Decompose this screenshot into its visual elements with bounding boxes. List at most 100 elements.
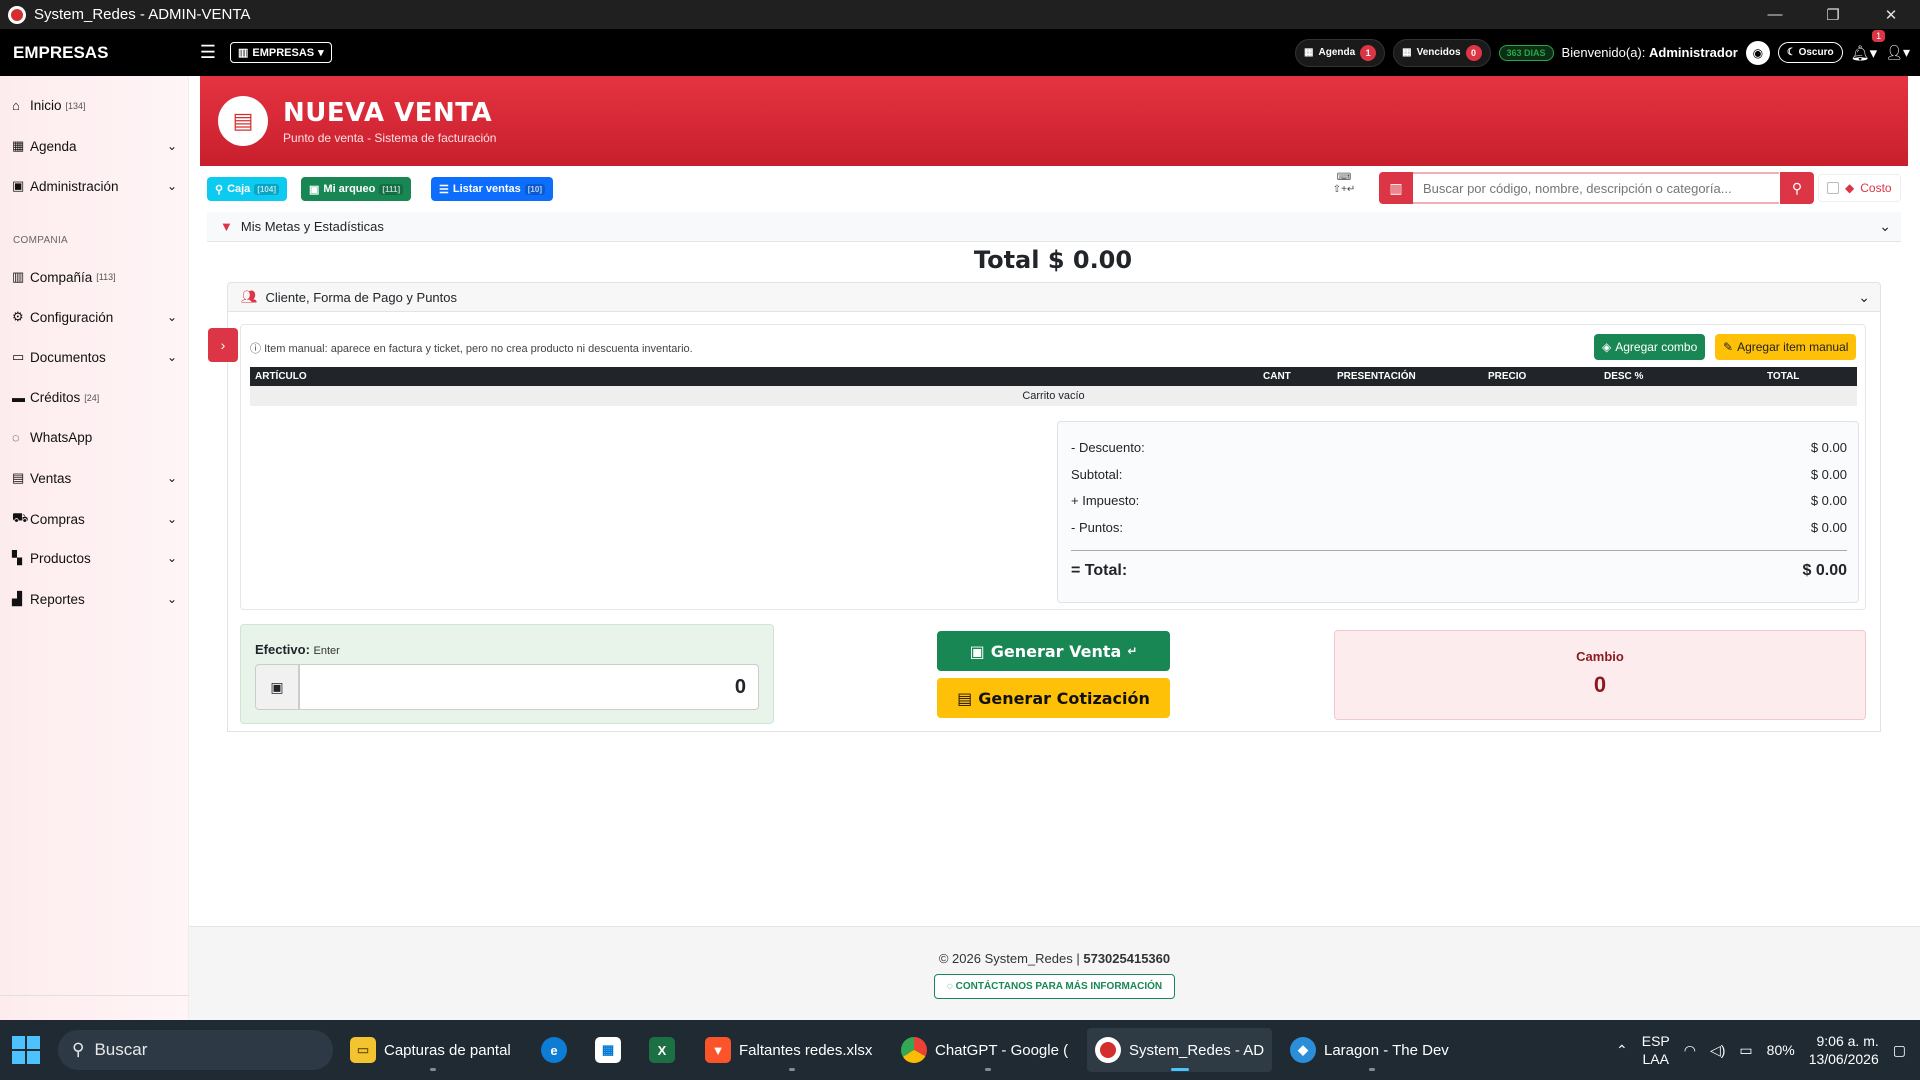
efectivo-input[interactable]: 0	[299, 664, 759, 710]
metas-collapse-header[interactable]: ▼ Mis Metas y Estadísticas ⌄	[207, 212, 1901, 242]
list-icon: ☰	[439, 183, 449, 196]
welcome-prefix: Bienvenido(a):	[1561, 45, 1646, 60]
caja-badge: [104]	[254, 183, 279, 195]
add-combo-button[interactable]: ◈ Agregar combo	[1594, 334, 1706, 360]
costo-checkbox[interactable]	[1827, 182, 1839, 194]
taskbar-app-edge[interactable]: e	[533, 1028, 575, 1072]
hamburger-menu-icon[interactable]: ☰	[188, 42, 228, 63]
wifi-icon[interactable]: ◠	[1684, 1042, 1696, 1059]
caja-button[interactable]: ⚲ Caja [104]	[207, 177, 287, 201]
info-icon: ⓘ	[250, 343, 261, 355]
taskbar-app-explorer[interactable]: ▭ Capturas de pantal	[342, 1028, 519, 1072]
chevron-up-icon[interactable]: ⌃	[1616, 1042, 1628, 1059]
sidebar-item-label: Productos	[30, 550, 91, 566]
vencidos-button[interactable]: ▦ Vencidos 0	[1393, 38, 1491, 67]
battery-icon[interactable]: ▭	[1739, 1042, 1752, 1059]
sidebar-item-inicio[interactable]: ⌂ Inicio [134]	[12, 98, 177, 113]
copyright-text: © 2026 System_Redes | 573025415360	[189, 951, 1920, 966]
volume-icon[interactable]: ◁)	[1710, 1042, 1725, 1059]
taskbar-search[interactable]: ⚲ Buscar	[58, 1030, 333, 1070]
users-online-icon[interactable]: ◉	[1745, 40, 1770, 65]
lang-bottom: LAA	[1642, 1051, 1669, 1067]
subtotal-row: Subtotal: $ 0.00	[1071, 467, 1847, 482]
manual-label: Agregar item manual	[1737, 340, 1849, 354]
descuento-value: $ 0.00	[1810, 440, 1847, 455]
efectivo-label-text: Efectivo:	[255, 642, 310, 657]
calendar-icon: ▦	[1304, 47, 1314, 58]
add-manual-item-button[interactable]: ✎ Agregar item manual	[1715, 334, 1857, 360]
puntos-label: - Puntos:	[1071, 520, 1124, 535]
taskbar-app-laragon[interactable]: ◆ Laragon - The Dev	[1282, 1028, 1457, 1072]
taskbar-app-system-redes[interactable]: System_Redes - AD	[1087, 1028, 1273, 1072]
agenda-button[interactable]: ▦ Agenda 1	[1295, 38, 1386, 67]
listar-ventas-button[interactable]: ☰ Listar ventas [10]	[431, 177, 553, 201]
user-menu-icon[interactable]: 👤︎▾	[1885, 44, 1910, 61]
totals-divider	[1071, 550, 1847, 551]
taskbar-app-store[interactable]: ▦	[587, 1028, 629, 1072]
sidebar-item-agenda[interactable]: ▦ Agenda ⌄	[12, 138, 177, 154]
notifications-bell-icon[interactable]: 🔔︎▾ 1	[1851, 29, 1886, 62]
barcode-icon[interactable]: ▥	[1379, 172, 1413, 204]
minimize-button[interactable]: —	[1746, 0, 1804, 29]
mi-arqueo-button[interactable]: ▣ Mi arqueo [111]	[301, 177, 412, 201]
sidebar-item-label: Administración	[30, 178, 119, 194]
sidebar-item-compras[interactable]: ⛟ Compras ⌄	[12, 510, 177, 528]
empresas-dropdown-button[interactable]: ▥ EMPRESAS ▾	[230, 42, 332, 63]
contact-phone: 573025415360	[1083, 951, 1171, 966]
chevron-right-icon[interactable]: ›	[208, 328, 238, 362]
page-header-banner: ▤ NUEVA VENTA Punto de venta - Sistema d…	[200, 76, 1908, 166]
col-desc: DESC %	[1599, 367, 1762, 386]
chart-icon: ▟	[12, 591, 22, 606]
product-search-input[interactable]	[1413, 172, 1779, 204]
keyboard-shortcut-icon[interactable]: ⌨ ⇧+↵	[1330, 172, 1358, 196]
windows-start-icon[interactable]	[12, 1036, 40, 1064]
sidebar-item-whatsapp[interactable]: ◌ WhatsApp	[12, 430, 177, 445]
folder-icon: ▭	[350, 1037, 376, 1063]
sidebar-footer	[0, 995, 189, 1020]
contact-label: CONTÁCTANOS PARA MÁS INFORMACIÓN	[955, 981, 1163, 992]
close-button[interactable]: ✕	[1862, 0, 1920, 29]
system-tray: ⌃ ESP LAA ◠ ◁) ▭ 80% 9:06 a. m. 13/06/20…	[1616, 1020, 1906, 1080]
clock-time: 9:06 a. m.	[1816, 1033, 1879, 1049]
clock[interactable]: 9:06 a. m. 13/06/2026	[1809, 1032, 1879, 1068]
grand-total-value: $ 0.00	[1802, 562, 1847, 579]
system-redes-logo-icon	[8, 5, 26, 24]
card-icon: ▬	[12, 390, 25, 405]
cliente-collapse-header[interactable]: 👥︎ Cliente, Forma de Pago y Puntos ⌄	[227, 282, 1881, 312]
subtotal-label: Subtotal:	[1071, 467, 1123, 482]
chevron-down-icon: ⌄	[166, 179, 177, 193]
sidebar-item-label: Agenda	[30, 138, 77, 154]
sidebar-item-ventas[interactable]: ▤ Ventas ⌄	[12, 470, 177, 486]
brand-title[interactable]: EMPRESAS	[13, 43, 188, 63]
system-redes-icon	[1095, 1037, 1121, 1063]
costo-toggle[interactable]: ◆ Costo	[1818, 174, 1901, 202]
sidebar-item-creditos[interactable]: ▬ Créditos [24]	[12, 390, 177, 405]
sidebar-item-documentos[interactable]: ▭ Documentos ⌄	[12, 349, 177, 365]
search-icon[interactable]: ⚲	[1780, 172, 1814, 204]
taskbar-app-chrome[interactable]: ChatGPT - Google (	[893, 1028, 1076, 1072]
language-indicator[interactable]: ESP LAA	[1642, 1032, 1670, 1068]
cash-icon: ⚲	[215, 183, 224, 196]
notification-center-icon[interactable]: ▢	[1893, 1042, 1906, 1059]
generar-venta-button[interactable]: ▣ Generar Venta ↵	[937, 631, 1170, 671]
sidebar-item-label: Inicio	[30, 98, 62, 113]
generar-cotizacion-button[interactable]: ▤ Generar Cotización	[937, 678, 1170, 718]
maximize-button[interactable]: ❐	[1804, 0, 1862, 29]
col-presentacion: PRESENTACIÓN	[1332, 367, 1483, 386]
home-icon: ⌂	[12, 98, 20, 113]
chevron-down-icon: ⌄	[166, 512, 177, 526]
cart-table: ARTÍCULO CANT PRESENTACIÓN PRECIO DESC %…	[250, 367, 1857, 406]
contact-button[interactable]: ◌ CONTÁCTANOS PARA MÁS INFORMACIÓN	[933, 974, 1176, 999]
chevron-down-icon: ⌄	[166, 139, 177, 153]
taskbar-app-brave[interactable]: ▼ Faltantes redes.xlsx	[697, 1028, 880, 1072]
sidebar-item-administracion[interactable]: ▣ Administración ⌄	[12, 178, 177, 194]
sidebar-item-label: Documentos	[30, 349, 106, 365]
taskbar-app-excel[interactable]: X	[641, 1028, 683, 1072]
arqueo-label: Mi arqueo	[323, 183, 376, 195]
sidebar-item-configuracion[interactable]: ⚙ Configuración ⌄	[12, 309, 177, 325]
dark-mode-toggle[interactable]: ☾ Oscuro	[1777, 42, 1843, 63]
cambio-value: 0	[1593, 672, 1607, 697]
sidebar-item-productos[interactable]: ▚ Productos ⌄	[12, 550, 177, 566]
window-titlebar: System_Redes - ADMIN-VENTA — ❐ ✕	[0, 0, 1920, 29]
sidebar-item-reportes[interactable]: ▟ Reportes ⌄	[12, 591, 177, 607]
